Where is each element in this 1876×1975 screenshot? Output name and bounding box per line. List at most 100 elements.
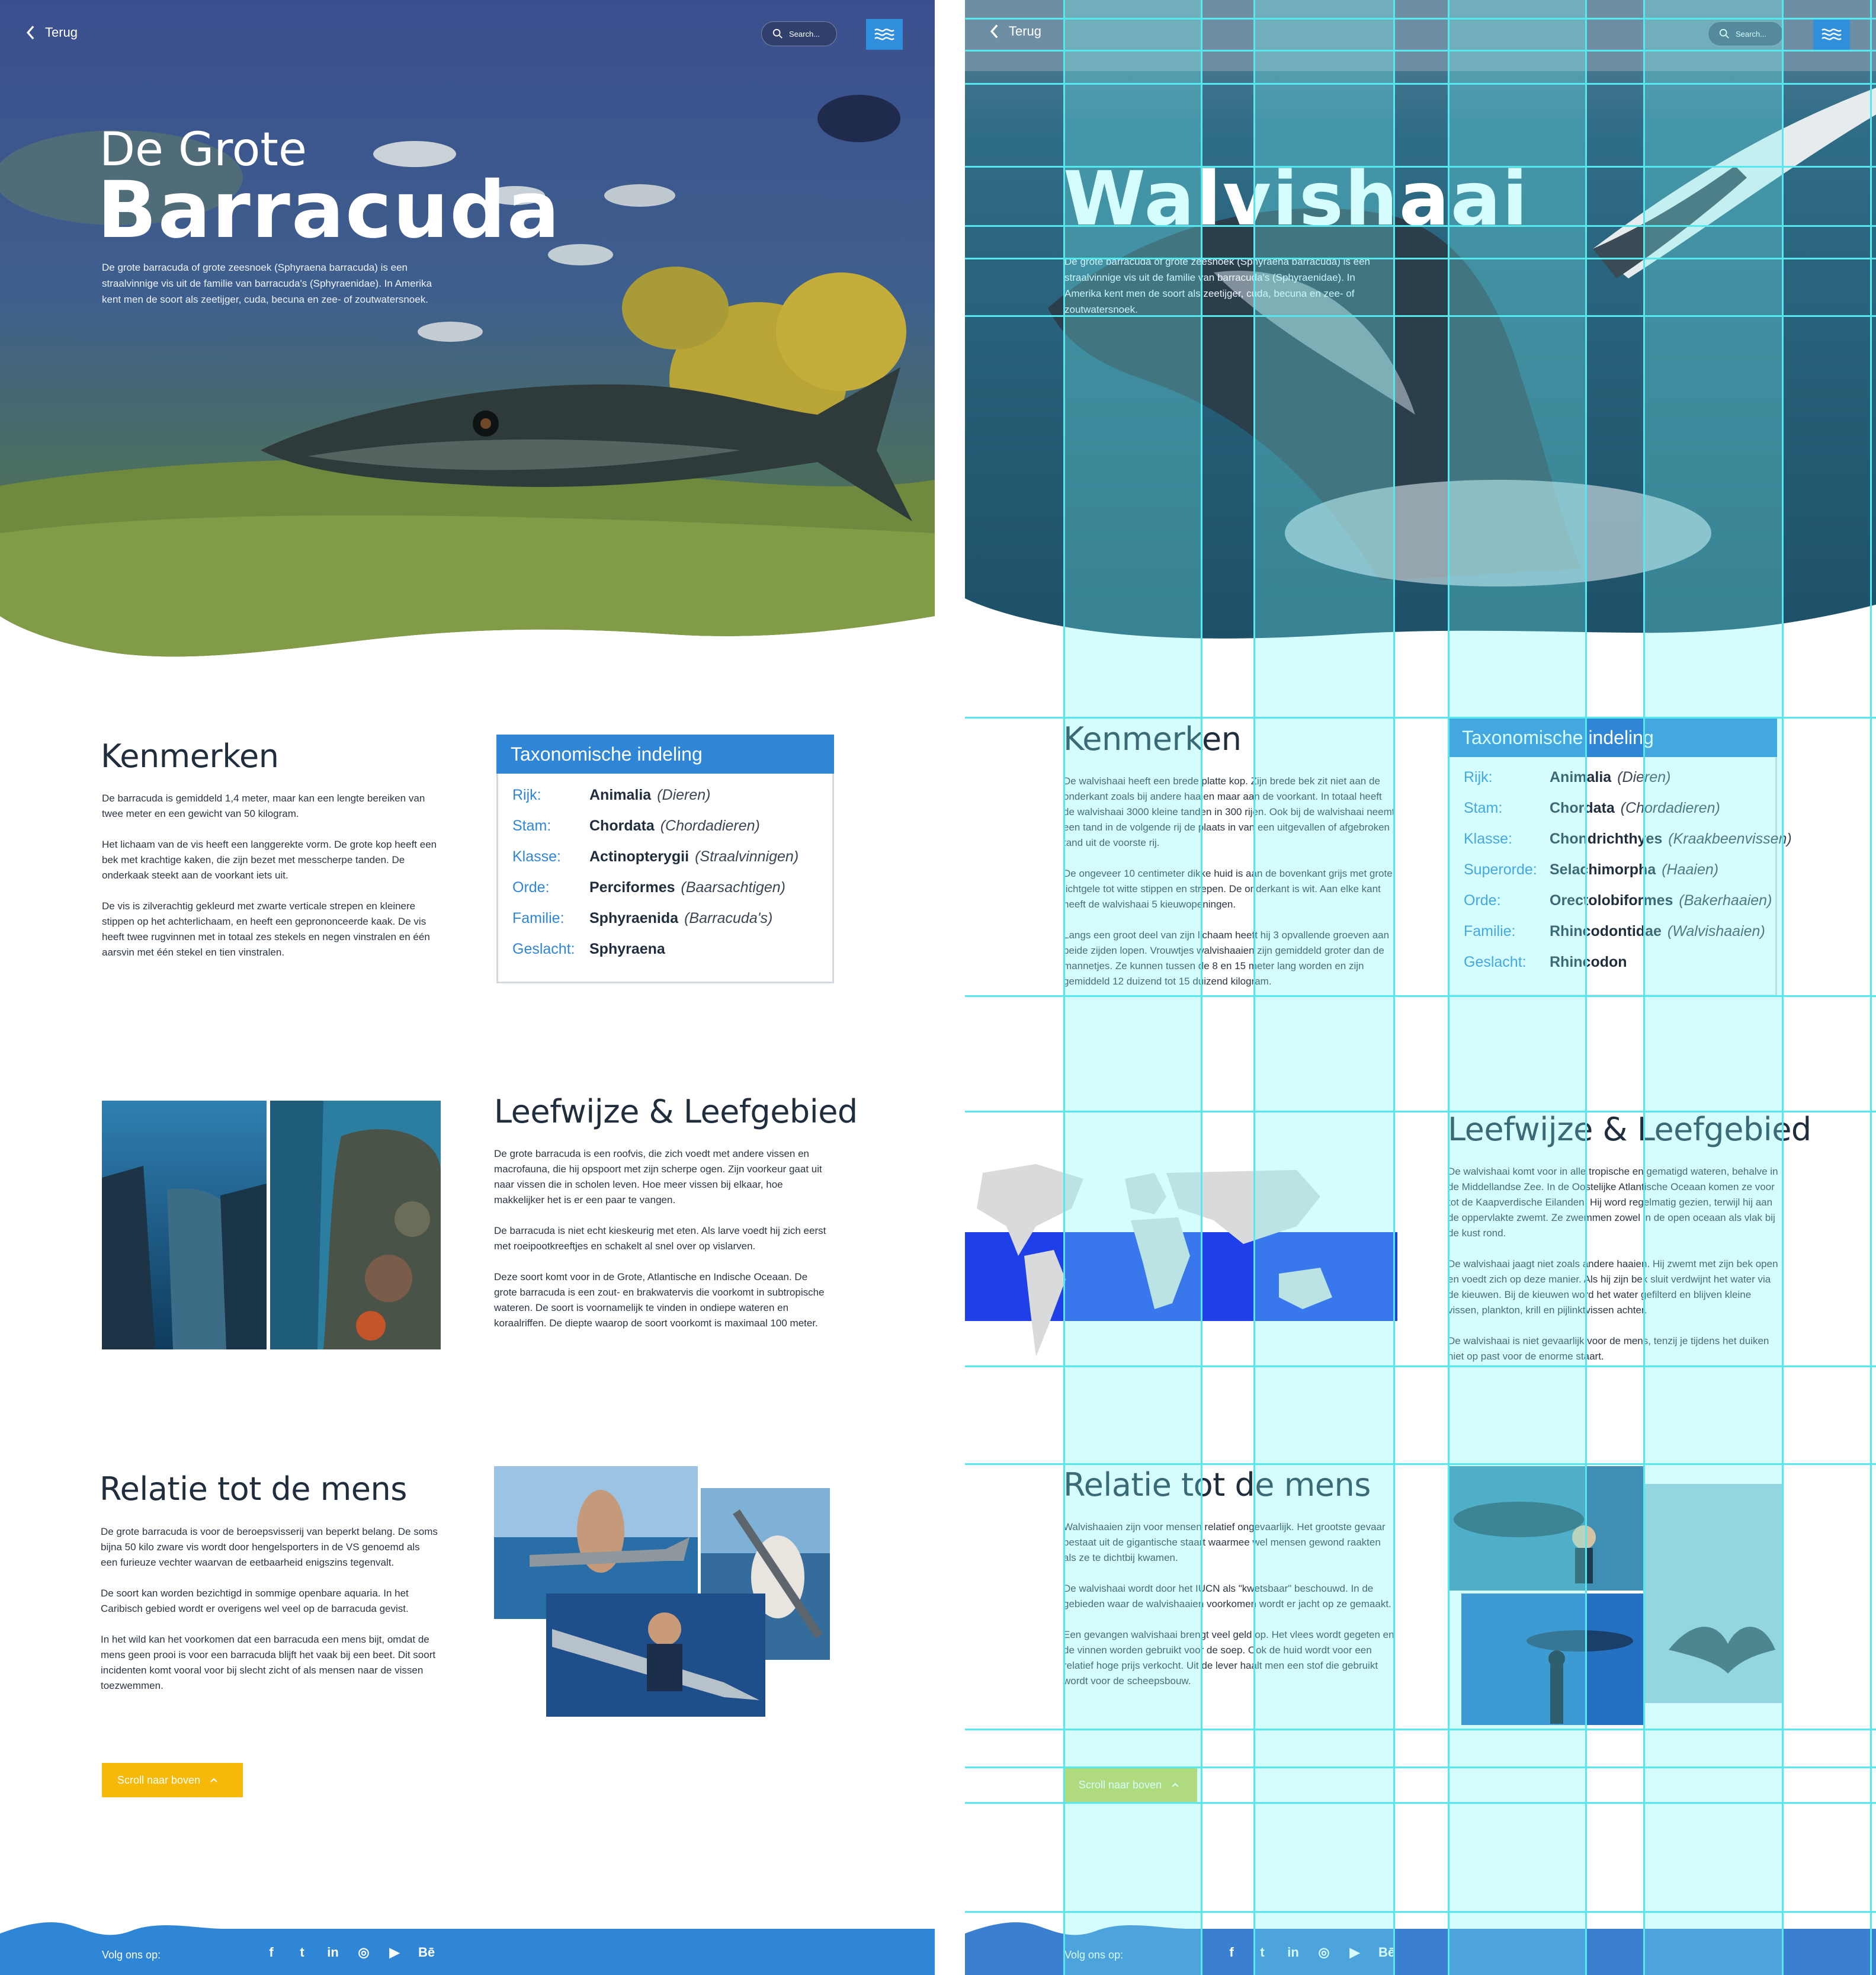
taxonomy-common: (Straalvinnigen)	[695, 848, 799, 865]
paragraph: In het wild kan het voorkomen dat een ba…	[101, 1634, 436, 1691]
facebook-icon[interactable]: f	[264, 1945, 278, 1960]
scroll-label: Scroll naar boven	[117, 1774, 201, 1786]
footer-label: Volg ons op:	[102, 1949, 161, 1961]
waves-icon	[874, 28, 894, 40]
grid-line	[1585, 0, 1587, 1975]
grid-line	[965, 50, 1876, 52]
behance-icon[interactable]: Bē	[418, 1945, 435, 1960]
menu-button[interactable]	[866, 19, 903, 50]
leefwijze-title: Leefwijze & Leefgebied	[494, 1093, 858, 1130]
hero-title: Barracuda	[97, 165, 561, 256]
grid-line	[965, 1729, 1876, 1730]
twitter-icon[interactable]: t	[295, 1945, 309, 1960]
underwater-photo	[102, 1101, 267, 1349]
grid-line	[965, 258, 1876, 259]
panel-divider	[935, 0, 965, 1975]
grid-line	[965, 1766, 1876, 1768]
back-label: Terug	[1009, 24, 1042, 39]
chevron-left-icon	[26, 25, 34, 40]
back-link[interactable]: Terug	[25, 25, 78, 40]
taxonomy-value: Actinopterygii	[589, 848, 690, 865]
paragraph: De grote barracuda is een roofvis, die z…	[494, 1148, 822, 1205]
taxonomy-key: Stam:	[512, 817, 551, 834]
back-label: Terug	[45, 25, 78, 40]
social-links: f t in ◎ ▶ Bē	[264, 1945, 435, 1960]
fisherman-photo-3	[546, 1594, 765, 1717]
paragraph: De barracuda is gemiddeld 1,4 meter, maa…	[102, 793, 425, 819]
footer-wave	[0, 1922, 935, 1975]
taxonomy-key: Klasse:	[512, 848, 561, 865]
grid-line	[965, 166, 1876, 168]
taxonomy-key: Orde:	[512, 879, 550, 896]
barracuda-page: Terug Search... De Grote Barracuda De gr…	[0, 0, 935, 1975]
search-placeholder: Search...	[789, 29, 820, 39]
taxonomy-value: Perciformes	[589, 879, 675, 896]
coral-reef-image	[270, 1101, 441, 1349]
taxonomy-row: Klasse: Actinopterygii (Straalvinnigen)	[498, 841, 832, 872]
taxonomy-common: (Barracuda's)	[684, 909, 773, 926]
taxonomy-card: Taxonomische indeling Rijk: Animalia (Dier…	[496, 735, 834, 983]
grid-line	[965, 83, 1876, 85]
grid-line	[965, 717, 1876, 719]
grid-line	[965, 18, 1876, 20]
grid-line	[965, 1365, 1876, 1367]
taxonomy-row: Rijk: Animalia (Dieren)	[498, 780, 832, 810]
reef-photo	[270, 1101, 441, 1349]
grid-line	[965, 1111, 1876, 1112]
grid-line	[965, 225, 1876, 227]
grid-line	[965, 1911, 1876, 1913]
leefwijze-text: De grote barracuda is een roofvis, die z…	[494, 1146, 832, 1346]
scroll-to-top-button[interactable]: Scroll naar boven	[102, 1763, 243, 1797]
grid-line	[965, 315, 1876, 317]
taxonomy-key: Familie:	[512, 909, 565, 926]
taxonomy-row: Orde: Perciformes (Baarsachtigen)	[498, 872, 832, 903]
kenmerken-title: Kenmerken	[101, 738, 279, 775]
grid-line	[1643, 0, 1645, 1975]
taxonomy-common: (Baarsachtigen)	[681, 879, 786, 896]
taxonomy-row: Stam: Chordata (Chordadieren)	[498, 810, 832, 841]
taxonomy-row: Familie: Sphyraenida (Barracuda's)	[498, 903, 832, 934]
grid-line	[965, 995, 1876, 997]
paragraph: De barracuda is niet echt kieskeurig met…	[494, 1225, 826, 1252]
taxonomy-value: Sphyraena	[589, 940, 665, 957]
taxonomy-value: Chordata	[589, 817, 655, 834]
taxonomy-title: Taxonomische indeling	[496, 735, 834, 774]
linkedin-icon[interactable]: in	[326, 1945, 340, 1960]
kenmerken-text: De barracuda is gemiddeld 1,4 meter, maa…	[102, 791, 440, 976]
chevron-left-icon	[990, 24, 998, 39]
menu-button[interactable]	[1813, 19, 1850, 50]
paragraph: Deze soort komt voor in de Grote, Atlant…	[494, 1271, 825, 1329]
youtube-icon[interactable]: ▶	[387, 1945, 402, 1960]
taxonomy-row: Geslacht: Sphyraena	[498, 934, 832, 964]
relatie-title: Relatie tot de mens	[100, 1470, 407, 1508]
hero-underwater-image	[0, 0, 935, 657]
paragraph: De vis is zilverachtig gekleurd met zwar…	[102, 900, 430, 958]
grid-column	[1448, 0, 1585, 1975]
taxonomy-common: (Dieren)	[657, 786, 711, 803]
back-link[interactable]: Terug	[989, 24, 1041, 39]
hero-section: Terug Search... De Grote Barracuda De gr…	[0, 0, 935, 661]
facebook-icon[interactable]: f	[1224, 1945, 1239, 1960]
underwater-rock-image	[102, 1101, 267, 1349]
grid-line	[965, 1802, 1876, 1804]
paragraph: Het lichaam van de vis heeft een langger…	[102, 839, 437, 881]
walvishaai-page: Terug Search... Walvishaai De grote barr…	[965, 0, 1876, 1975]
grid-line	[1782, 0, 1784, 1975]
grid-line	[1253, 0, 1255, 1975]
search-icon	[772, 28, 783, 39]
instagram-icon[interactable]: ◎	[357, 1945, 371, 1960]
taxonomy-key: Rijk:	[512, 786, 541, 803]
taxonomy-value: Animalia	[589, 786, 652, 803]
grid-line	[1393, 0, 1395, 1975]
taxonomy-value: Sphyraenida	[589, 909, 679, 926]
paragraph: De soort kan worden bezichtigd in sommig…	[101, 1588, 409, 1614]
grid-column	[1253, 0, 1393, 1975]
grid-line	[965, 1463, 1876, 1465]
paragraph: De grote barracuda is voor de beroepsvis…	[101, 1526, 438, 1568]
waves-icon	[1822, 28, 1842, 40]
hero-description: De grote barracuda of grote zeesnoek (Sp…	[102, 262, 432, 305]
diver-barracuda-image	[546, 1594, 765, 1717]
search-input[interactable]: Search...	[761, 21, 837, 46]
taxonomy-key: Geslacht:	[512, 940, 575, 957]
relatie-text: De grote barracuda is voor de beroepsvis…	[101, 1524, 438, 1709]
